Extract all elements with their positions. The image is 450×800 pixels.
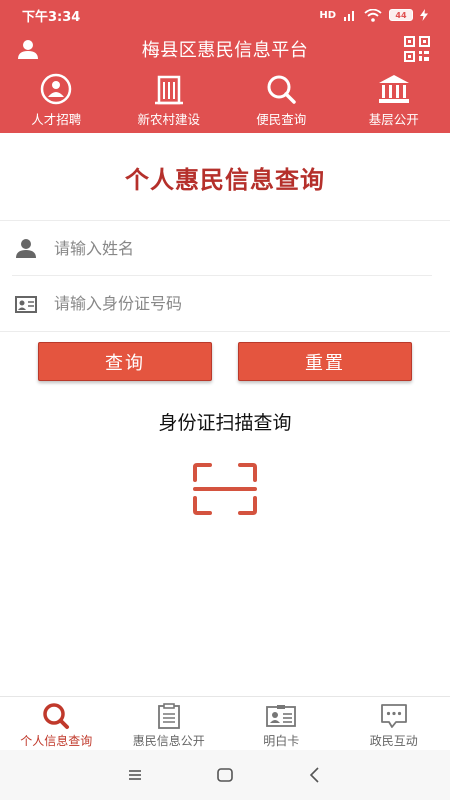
app-header: 下午3:34 HD 44 梅县区惠民信息平台 人才招聘 新农村建设 便民查询 基… (0, 0, 450, 133)
quick-nav-label: 基层公开 (368, 112, 419, 127)
app-title: 梅县区惠民信息平台 (141, 40, 309, 61)
status-icons: HD 44 (319, 8, 428, 22)
chat-icon (380, 704, 407, 728)
network-label: HD (319, 9, 336, 21)
name-input[interactable] (54, 238, 394, 258)
id-card-icon (266, 705, 297, 727)
quick-nav: 人才招聘 新农村建设 便民查询 基层公开 (0, 72, 450, 130)
quick-nav-label: 新农村建设 (137, 112, 200, 127)
title-bar: 梅县区惠民信息平台 (0, 30, 450, 68)
quick-nav-talent[interactable]: 人才招聘 (0, 72, 113, 130)
system-nav-bar (0, 750, 450, 800)
tab-personal-query[interactable]: 个人信息查询 (0, 697, 113, 750)
bank-icon (378, 75, 409, 103)
tab-label: 明白卡 (263, 734, 300, 748)
search-icon (267, 75, 296, 104)
wifi-icon (364, 8, 382, 22)
clipboard-icon (157, 703, 180, 729)
tab-label: 个人信息查询 (20, 734, 93, 748)
tab-label: 政民互动 (369, 734, 418, 748)
id-number-field (12, 276, 432, 331)
charging-icon (420, 9, 428, 21)
name-field (12, 221, 432, 276)
bottom-nav: 个人信息查询 惠民信息公开 明白卡 政民互动 (0, 696, 450, 750)
battery-icon: 44 (389, 9, 413, 21)
qr-code-icon[interactable] (404, 36, 430, 62)
id-number-input[interactable] (54, 294, 394, 313)
tab-mingbai-card[interactable]: 明白卡 (225, 697, 338, 750)
query-button[interactable]: 查询 (38, 342, 212, 381)
quick-nav-public[interactable]: 基层公开 (338, 72, 450, 130)
tab-label: 惠民信息公开 (132, 734, 205, 748)
scan-label: 身份证扫描查询 (158, 412, 292, 434)
home-icon[interactable] (214, 764, 236, 786)
reset-button[interactable]: 重置 (238, 342, 412, 381)
page-title: 个人惠民信息查询 (125, 166, 325, 194)
building-icon (154, 75, 183, 105)
quick-nav-rural[interactable]: 新农村建设 (113, 72, 226, 130)
back-icon[interactable] (304, 764, 326, 786)
menu-icon[interactable] (124, 764, 146, 786)
user-icon[interactable] (16, 37, 40, 61)
search-icon (43, 703, 70, 729)
id-card-icon (15, 295, 37, 313)
person-icon (16, 239, 36, 258)
signal-icon (344, 11, 354, 21)
talent-icon (41, 73, 72, 105)
quick-nav-label: 人才招聘 (31, 112, 82, 127)
status-time: 下午3:34 (22, 9, 81, 25)
status-bar: 下午3:34 HD 44 (0, 0, 450, 30)
quick-nav-label: 便民查询 (256, 112, 307, 127)
tab-interaction[interactable]: 政民互动 (338, 697, 450, 750)
tab-info-public[interactable]: 惠民信息公开 (113, 697, 226, 750)
quick-nav-search[interactable]: 便民查询 (225, 72, 338, 130)
divider (0, 331, 450, 332)
scan-icon[interactable] (192, 462, 258, 516)
